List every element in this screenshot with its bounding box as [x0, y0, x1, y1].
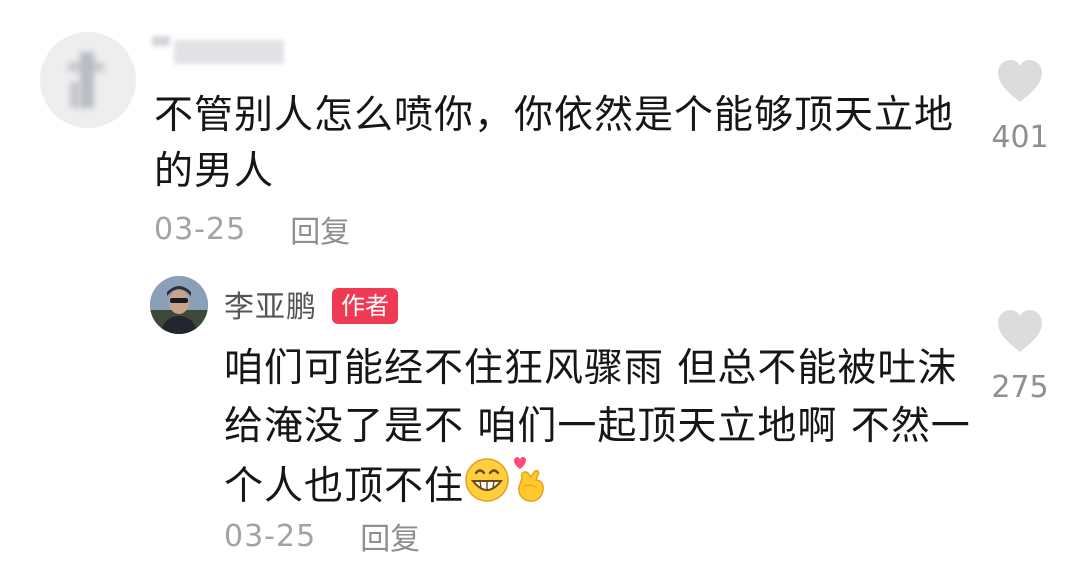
author-name[interactable]: 李亚鹏: [224, 282, 317, 326]
comment-date: 03-25: [154, 211, 247, 247]
heart-icon[interactable]: [995, 308, 1045, 354]
like-count: 275: [991, 370, 1049, 405]
like-group: 401: [984, 58, 1056, 155]
reply-button[interactable]: 回复: [360, 514, 420, 558]
author-badge: 作者: [332, 288, 398, 324]
reply-text: 咱们可能经不住狂风骤雨 但总不能被吐沫给淹没了是不 咱们一起顶天立地啊 不然一个…: [224, 340, 984, 521]
finger-heart-emoji: [510, 456, 548, 521]
like-group: 275: [984, 308, 1056, 405]
reply-date: 03-25: [224, 518, 317, 554]
like-count: 401: [991, 120, 1049, 155]
comment-text: 不管别人怎么喷你，你依然是个能够顶天立地的男人: [154, 93, 955, 194]
username-blurred[interactable]: [152, 34, 288, 68]
reply-meta: 03-25 回复: [224, 512, 420, 560]
author-avatar[interactable]: [150, 276, 208, 334]
heart-icon[interactable]: [995, 58, 1045, 104]
reply-text-content: 咱们可能经不住狂风骤雨 但总不能被吐沫给淹没了是不 咱们一起顶天立地啊 不然一个…: [224, 346, 971, 509]
avatar-blurred[interactable]: [40, 32, 136, 128]
grinning-face-emoji: [464, 457, 510, 520]
reply-button[interactable]: 回复: [290, 207, 350, 251]
comment-meta: 03-25 回复: [154, 205, 350, 253]
